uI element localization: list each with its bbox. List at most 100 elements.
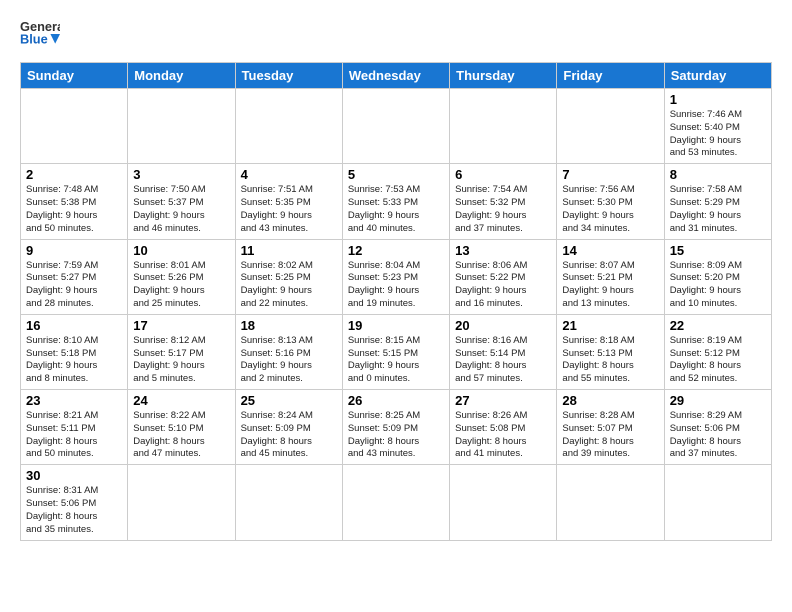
- calendar-week-row: 23 Sunrise: 8:21 AMSunset: 5:11 PMDayligh…: [21, 390, 772, 465]
- cell-date: 11: [241, 243, 337, 258]
- calendar-cell: 13Sunrise: 8:06 AMSunset: 5:22 PMDayligh…: [450, 239, 557, 314]
- cell-info: Sunrise: 7:59 AMSunset: 5:27 PMDaylight:…: [26, 260, 122, 311]
- calendar-cell: 8Sunrise: 7:58 AMSunset: 5:29 PMDaylight…: [664, 164, 771, 239]
- calendar-week-row: 16 Sunrise: 8:10 AMSunset: 5:18 PMDayligh…: [21, 314, 772, 389]
- cell-info: Sunrise: 7:48 AMSunset: 5:38 PMDaylight:…: [26, 184, 122, 235]
- cell-info: Sunrise: 8:10 AMSunset: 5:18 PMDaylight:…: [26, 335, 122, 386]
- cell-date: 12: [348, 243, 444, 258]
- cell-date: 17: [133, 318, 229, 333]
- cell-date: 19: [348, 318, 444, 333]
- cell-date: 29: [670, 393, 766, 408]
- cell-date: 3: [133, 167, 229, 182]
- calendar-cell: 7 Sunrise: 7:56 AMSunset: 5:30 PMDaylight…: [557, 164, 664, 239]
- calendar-cell: 30 Sunrise: 8:31 AMSunset: 5:06 PMDayligh…: [21, 465, 128, 540]
- calendar-cell: 22 Sunrise: 8:19 AMSunset: 5:12 PMDayligh…: [664, 314, 771, 389]
- calendar-cell: 20Sunrise: 8:16 AMSunset: 5:14 PMDayligh…: [450, 314, 557, 389]
- weekday-header-friday: Friday: [557, 63, 664, 89]
- cell-info: Sunrise: 8:22 AMSunset: 5:10 PMDaylight:…: [133, 410, 229, 461]
- weekday-header-saturday: Saturday: [664, 63, 771, 89]
- calendar-cell: 11Sunrise: 8:02 AMSunset: 5:25 PMDayligh…: [235, 239, 342, 314]
- cell-info: Sunrise: 8:29 AMSunset: 5:06 PMDaylight:…: [670, 410, 766, 461]
- calendar-cell: [557, 89, 664, 164]
- cell-info: Sunrise: 8:01 AMSunset: 5:26 PMDaylight:…: [133, 260, 229, 311]
- calendar-cell: 3Sunrise: 7:50 AMSunset: 5:37 PMDaylight…: [128, 164, 235, 239]
- generalblue-logo-icon: General Blue: [20, 16, 60, 52]
- cell-date: 4: [241, 167, 337, 182]
- calendar-cell: [342, 465, 449, 540]
- calendar-week-row: 1Sunrise: 7:46 AMSunset: 5:40 PMDaylight…: [21, 89, 772, 164]
- cell-date: 13: [455, 243, 551, 258]
- calendar-cell: 6Sunrise: 7:54 AMSunset: 5:32 PMDaylight…: [450, 164, 557, 239]
- calendar-cell: [235, 89, 342, 164]
- calendar-cell: 14Sunrise: 8:07 AMSunset: 5:21 PMDayligh…: [557, 239, 664, 314]
- calendar-cell: 2 Sunrise: 7:48 AMSunset: 5:38 PMDaylight…: [21, 164, 128, 239]
- calendar-table: SundayMondayTuesdayWednesdayThursdayFrid…: [20, 62, 772, 541]
- cell-date: 25: [241, 393, 337, 408]
- cell-date: 21: [562, 318, 658, 333]
- cell-date: 16: [26, 318, 122, 333]
- cell-date: 24: [133, 393, 229, 408]
- cell-info: Sunrise: 8:15 AMSunset: 5:15 PMDaylight:…: [348, 335, 444, 386]
- calendar-cell: 29 Sunrise: 8:29 AMSunset: 5:06 PMDayligh…: [664, 390, 771, 465]
- calendar-cell: [21, 89, 128, 164]
- calendar-page: General Blue SundayMondayTuesdayWednesda…: [0, 0, 792, 612]
- calendar-cell: 23 Sunrise: 8:21 AMSunset: 5:11 PMDayligh…: [21, 390, 128, 465]
- calendar-cell: 15Sunrise: 8:09 AMSunset: 5:20 PMDayligh…: [664, 239, 771, 314]
- calendar-cell: [128, 89, 235, 164]
- cell-date: 2: [26, 167, 122, 182]
- logo: General Blue: [20, 16, 60, 52]
- cell-info: Sunrise: 8:19 AMSunset: 5:12 PMDaylight:…: [670, 335, 766, 386]
- cell-date: 10: [133, 243, 229, 258]
- cell-date: 23: [26, 393, 122, 408]
- cell-date: 27: [455, 393, 551, 408]
- calendar-cell: 18 Sunrise: 8:13 AMSunset: 5:16 PMDayligh…: [235, 314, 342, 389]
- calendar-cell: [557, 465, 664, 540]
- cell-info: Sunrise: 8:18 AMSunset: 5:13 PMDaylight:…: [562, 335, 658, 386]
- cell-date: 1: [670, 92, 766, 107]
- cell-date: 28: [562, 393, 658, 408]
- cell-date: 7: [562, 167, 658, 182]
- calendar-cell: 9 Sunrise: 7:59 AMSunset: 5:27 PMDaylight…: [21, 239, 128, 314]
- calendar-cell: [235, 465, 342, 540]
- calendar-cell: [450, 89, 557, 164]
- cell-date: 8: [670, 167, 766, 182]
- weekday-header-tuesday: Tuesday: [235, 63, 342, 89]
- cell-info: Sunrise: 8:13 AMSunset: 5:16 PMDaylight:…: [241, 335, 337, 386]
- weekday-header-monday: Monday: [128, 63, 235, 89]
- calendar-cell: [342, 89, 449, 164]
- cell-info: Sunrise: 8:24 AMSunset: 5:09 PMDaylight:…: [241, 410, 337, 461]
- weekday-header-wednesday: Wednesday: [342, 63, 449, 89]
- calendar-cell: 19 Sunrise: 8:15 AMSunset: 5:15 PMDayligh…: [342, 314, 449, 389]
- cell-date: 9: [26, 243, 122, 258]
- calendar-cell: 27 Sunrise: 8:26 AMSunset: 5:08 PMDayligh…: [450, 390, 557, 465]
- calendar-cell: 12Sunrise: 8:04 AMSunset: 5:23 PMDayligh…: [342, 239, 449, 314]
- cell-info: Sunrise: 8:12 AMSunset: 5:17 PMDaylight:…: [133, 335, 229, 386]
- cell-date: 26: [348, 393, 444, 408]
- weekday-header-row: SundayMondayTuesdayWednesdayThursdayFrid…: [21, 63, 772, 89]
- cell-info: Sunrise: 7:53 AMSunset: 5:33 PMDaylight:…: [348, 184, 444, 235]
- cell-date: 22: [670, 318, 766, 333]
- cell-info: Sunrise: 8:25 AMSunset: 5:09 PMDaylight:…: [348, 410, 444, 461]
- cell-info: Sunrise: 7:56 AMSunset: 5:30 PMDaylight:…: [562, 184, 658, 235]
- cell-info: Sunrise: 8:21 AMSunset: 5:11 PMDaylight:…: [26, 410, 122, 461]
- cell-info: Sunrise: 7:54 AMSunset: 5:32 PMDaylight:…: [455, 184, 551, 235]
- cell-date: 30: [26, 468, 122, 483]
- calendar-cell: 28Sunrise: 8:28 AMSunset: 5:07 PMDayligh…: [557, 390, 664, 465]
- cell-info: Sunrise: 8:26 AMSunset: 5:08 PMDaylight:…: [455, 410, 551, 461]
- calendar-cell: [128, 465, 235, 540]
- header: General Blue: [20, 16, 772, 52]
- cell-date: 18: [241, 318, 337, 333]
- svg-text:Blue: Blue: [20, 32, 48, 47]
- cell-info: Sunrise: 8:07 AMSunset: 5:21 PMDaylight:…: [562, 260, 658, 311]
- cell-date: 5: [348, 167, 444, 182]
- calendar-cell: 21 Sunrise: 8:18 AMSunset: 5:13 PMDayligh…: [557, 314, 664, 389]
- cell-info: Sunrise: 8:31 AMSunset: 5:06 PMDaylight:…: [26, 485, 122, 536]
- calendar-cell: 26 Sunrise: 8:25 AMSunset: 5:09 PMDayligh…: [342, 390, 449, 465]
- calendar-week-row: 30 Sunrise: 8:31 AMSunset: 5:06 PMDayligh…: [21, 465, 772, 540]
- calendar-cell: [450, 465, 557, 540]
- calendar-cell: 4Sunrise: 7:51 AMSunset: 5:35 PMDaylight…: [235, 164, 342, 239]
- cell-date: 20: [455, 318, 551, 333]
- calendar-cell: 5 Sunrise: 7:53 AMSunset: 5:33 PMDaylight…: [342, 164, 449, 239]
- calendar-week-row: 9 Sunrise: 7:59 AMSunset: 5:27 PMDaylight…: [21, 239, 772, 314]
- cell-date: 15: [670, 243, 766, 258]
